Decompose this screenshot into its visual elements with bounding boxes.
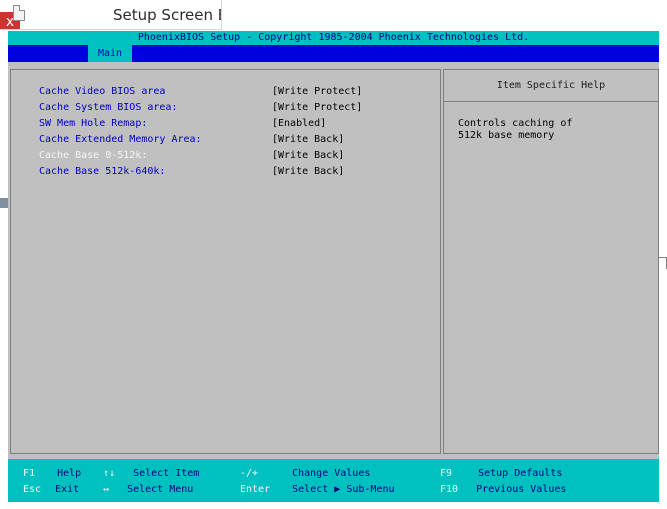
setting-label: Cache Extended Memory Area:: [39, 134, 202, 145]
setting-row-cache-video-bios-area[interactable]: Cache Video BIOS area [Write Protect]: [11, 85, 440, 99]
setting-row-cache-base-512k-640k[interactable]: Cache Base 512k-640k: [Write Back]: [11, 165, 440, 179]
key-label: F9: [440, 468, 453, 479]
bios-menu-bar: Main: [8, 45, 659, 62]
key-label: -/+: [240, 468, 259, 479]
left-edge-marker: [0, 198, 8, 208]
help-text-line: 512k base memory: [458, 130, 555, 141]
key-label: Esc: [23, 484, 42, 495]
setting-label: Cache Base 0-512k:: [39, 150, 148, 161]
help-pane: Item Specific Help Controls caching of 5…: [443, 69, 659, 454]
setting-row-cache-extended-memory-area[interactable]: Cache Extended Memory Area: [Write Back]: [11, 133, 440, 147]
right-edge-strip: [659, 31, 667, 509]
content-area: Cache Video BIOS area [Write Protect] Ca…: [8, 62, 659, 456]
setting-value[interactable]: [Write Back]: [272, 149, 344, 163]
key-action: Select ▶ Sub-Menu: [292, 484, 395, 495]
key-help-bar: F1 Help ↑↓ Select Item -/+ Change Values…: [8, 459, 659, 502]
key-label: Enter: [240, 484, 271, 495]
key-action: Help: [57, 468, 82, 479]
setting-value[interactable]: [Write Back]: [272, 165, 344, 179]
key-help-esc: Esc Exit: [23, 483, 79, 497]
key-help-left-right: ↔ Select Menu: [103, 483, 193, 497]
help-text-line: Controls caching of: [458, 118, 573, 129]
key-help-f9: F9 Setup Defaults: [440, 467, 562, 481]
setting-label: Cache Base 512k-640k:: [39, 166, 166, 177]
key-label: ↔: [103, 484, 110, 495]
help-header: Item Specific Help: [444, 70, 658, 102]
tab-main[interactable]: Main: [88, 45, 132, 62]
key-help-up-down: ↑↓ Select Item: [103, 467, 199, 481]
key-action: Change Values: [292, 468, 371, 479]
setting-row-cache-base-0-512k[interactable]: Cache Base 0-512k: [Write Back]: [11, 149, 440, 163]
document-icon: [13, 5, 25, 21]
key-help-f1: F1 Help: [23, 467, 81, 481]
key-label: F10: [440, 484, 459, 495]
key-action: Previous Values: [476, 484, 567, 495]
key-help-plus-minus: -/+ Change Values: [240, 467, 370, 481]
key-label: F1: [23, 468, 36, 479]
setting-row-cache-system-bios-area[interactable]: Cache System BIOS area: [Write Protect]: [11, 101, 440, 115]
setting-label: Cache Video BIOS area: [39, 86, 166, 97]
setting-value[interactable]: [Write Back]: [272, 133, 344, 147]
window-title: Setup Screen Er: [113, 6, 222, 24]
setting-value[interactable]: [Write Protect]: [272, 85, 362, 99]
settings-pane: Cache Video BIOS area [Write Protect] Ca…: [10, 69, 441, 454]
bios-screen: PhoenixBIOS Setup - Copyright 1985-2004 …: [8, 31, 659, 502]
key-action: Setup Defaults: [478, 468, 563, 479]
setting-row-sw-mem-hole-remap[interactable]: SW Mem Hole Remap: [Enabled]: [11, 117, 440, 131]
key-help-enter: Enter Select ▶ Sub-Menu: [240, 483, 395, 497]
key-help-f10: F10 Previous Values: [440, 483, 566, 497]
key-action: Select Menu: [127, 484, 194, 495]
key-action: Select Item: [133, 468, 200, 479]
setting-label: SW Mem Hole Remap:: [39, 118, 148, 129]
bios-title-bar: PhoenixBIOS Setup - Copyright 1985-2004 …: [8, 31, 659, 45]
setting-value[interactable]: [Enabled]: [272, 117, 326, 131]
setting-label: Cache System BIOS area:: [39, 102, 178, 113]
setting-value[interactable]: [Write Protect]: [272, 101, 362, 115]
key-label: ↑↓: [103, 468, 116, 479]
host-window-titlebar: x Setup Screen Er: [0, 0, 222, 30]
key-action: Exit: [55, 484, 80, 495]
